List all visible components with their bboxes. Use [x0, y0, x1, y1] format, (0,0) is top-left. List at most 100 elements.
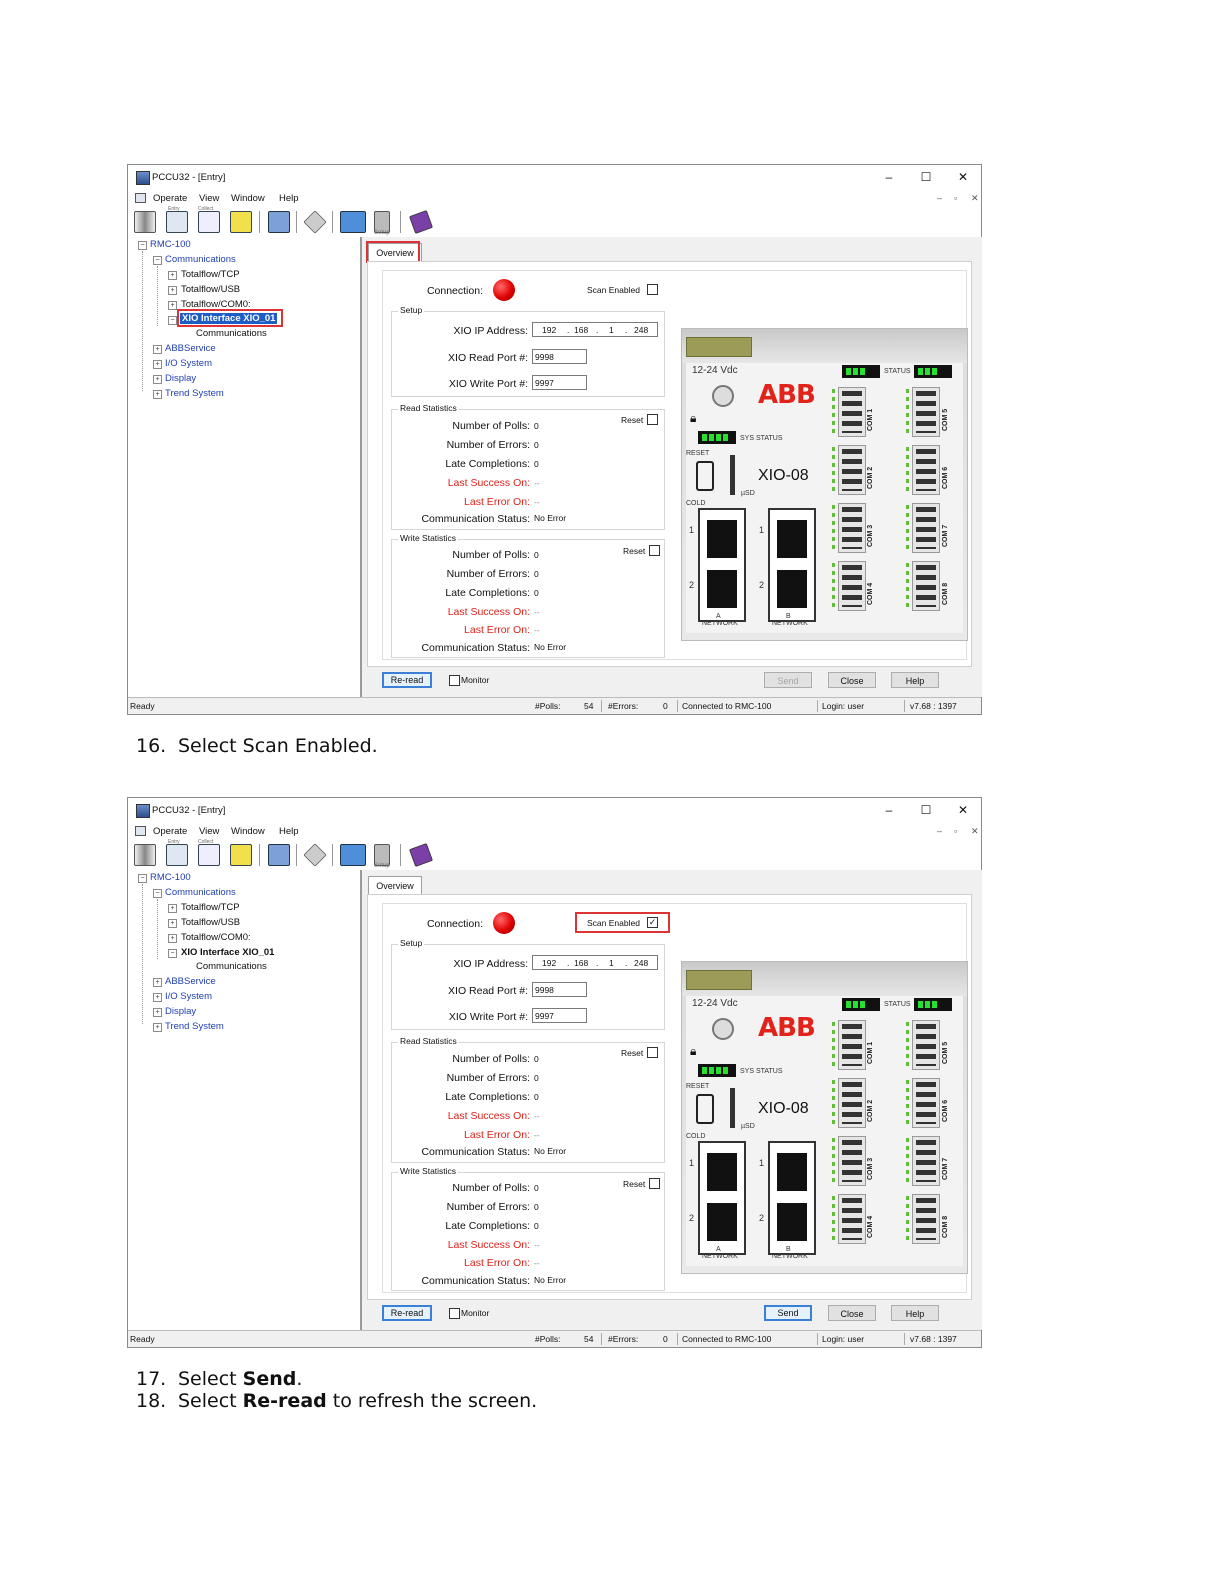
help-button[interactable]: Help	[891, 672, 939, 688]
maximize-button[interactable]: ☐	[915, 802, 937, 818]
expand-icon[interactable]: +	[153, 375, 162, 384]
expand-icon[interactable]: +	[168, 301, 177, 310]
reread-button[interactable]: Re-read	[382, 1305, 432, 1321]
modbus-icon[interactable]	[268, 844, 290, 866]
tree-tcp[interactable]: Totalflow/TCP	[181, 902, 240, 913]
menu-window[interactable]: Window	[231, 826, 265, 837]
write-port-input[interactable]: 9997	[532, 1008, 587, 1023]
refresh-icon[interactable]	[230, 211, 252, 233]
menu-view[interactable]: View	[199, 193, 219, 204]
collect-icon[interactable]	[198, 844, 220, 866]
expand-icon[interactable]: +	[153, 360, 162, 369]
scan-enabled-checkbox[interactable]	[647, 284, 658, 295]
tree-display[interactable]: Display	[165, 1006, 196, 1017]
expand-icon[interactable]: +	[153, 1008, 162, 1017]
tree-trend-system[interactable]: Trend System	[165, 1021, 224, 1032]
entry-icon[interactable]	[166, 211, 188, 233]
maximize-button[interactable]: ☐	[915, 169, 937, 185]
minimize-button[interactable]: –	[878, 169, 900, 185]
tree-usb[interactable]: Totalflow/USB	[181, 917, 240, 928]
expand-icon[interactable]: +	[153, 978, 162, 987]
tree-communications[interactable]: Communications	[165, 254, 236, 265]
tree-xio-communications[interactable]: Communications	[196, 328, 267, 339]
refresh-icon[interactable]	[230, 844, 252, 866]
menu-view[interactable]: View	[199, 826, 219, 837]
tree-display[interactable]: Display	[165, 373, 196, 384]
collapse-icon[interactable]: −	[153, 256, 162, 265]
tree-com0[interactable]: Totalflow/COM0:	[181, 932, 251, 943]
close-window-button[interactable]: ✕	[952, 802, 974, 818]
expand-icon[interactable]: +	[153, 1023, 162, 1032]
tree-abbservice[interactable]: ABBService	[165, 976, 216, 987]
write-reset-checkbox[interactable]	[649, 545, 660, 556]
registry-icon[interactable]	[303, 843, 327, 867]
calculator-icon[interactable]	[134, 844, 156, 866]
entry-icon[interactable]	[166, 844, 188, 866]
tree-io-system[interactable]: I/O System	[165, 358, 212, 369]
send-button[interactable]: Send	[764, 672, 812, 688]
mdi-minimize-button[interactable]: –	[937, 826, 942, 836]
read-port-input[interactable]: 9998	[532, 982, 587, 997]
help-button[interactable]: Help	[891, 1305, 939, 1321]
tree-tcp[interactable]: Totalflow/TCP	[181, 269, 240, 280]
expand-icon[interactable]: +	[168, 919, 177, 928]
collapse-icon[interactable]: −	[153, 889, 162, 898]
mdi-minimize-button[interactable]: –	[937, 193, 942, 203]
com5-terminal	[912, 387, 940, 437]
registry-icon[interactable]	[303, 210, 327, 234]
tab-overview[interactable]: Overview	[368, 876, 422, 895]
calculator-icon[interactable]	[134, 211, 156, 233]
monitor-checkbox[interactable]	[449, 1308, 460, 1319]
expand-icon[interactable]: +	[168, 934, 177, 943]
menu-help[interactable]: Help	[279, 826, 299, 837]
expand-icon[interactable]: +	[168, 271, 177, 280]
tree-communications[interactable]: Communications	[165, 887, 236, 898]
menu-operate[interactable]: Operate	[153, 193, 187, 204]
close-window-button[interactable]: ✕	[952, 169, 974, 185]
mdi-restore-button[interactable]: ▫	[954, 193, 957, 203]
tree-xio-communications[interactable]: Communications	[196, 961, 267, 972]
tree-xio-interface[interactable]: XIO Interface XIO_01	[181, 947, 274, 958]
collapse-icon[interactable]: −	[138, 874, 147, 883]
io-icon[interactable]	[340, 844, 366, 866]
reread-button[interactable]: Re-read	[382, 672, 432, 688]
close-button[interactable]: Close	[828, 1305, 876, 1321]
close-button[interactable]: Close	[828, 672, 876, 688]
collapse-icon[interactable]: −	[168, 949, 177, 958]
tree-abbservice[interactable]: ABBService	[165, 343, 216, 354]
menu-operate[interactable]: Operate	[153, 826, 187, 837]
write-reset-checkbox[interactable]	[649, 1178, 660, 1189]
expand-icon[interactable]: +	[153, 993, 162, 1002]
monitor-checkbox[interactable]	[449, 675, 460, 686]
mdi-close-button[interactable]: ✕	[971, 193, 979, 204]
minimize-button[interactable]: –	[878, 802, 900, 818]
tree-root[interactable]: RMC-100	[150, 872, 191, 883]
expand-icon[interactable]: +	[153, 390, 162, 399]
mdi-close-button[interactable]: ✕	[971, 826, 979, 837]
read-port-input[interactable]: 9998	[532, 349, 587, 364]
read-reset-checkbox[interactable]	[647, 414, 658, 425]
tree-trend-system[interactable]: Trend System	[165, 388, 224, 399]
menu-window[interactable]: Window	[231, 193, 265, 204]
ip-address-input[interactable]: 192 . 168 . 1 . 248	[532, 955, 658, 970]
io-icon[interactable]	[340, 211, 366, 233]
expand-icon[interactable]: +	[168, 904, 177, 913]
menu-help[interactable]: Help	[279, 193, 299, 204]
tree-io-system[interactable]: I/O System	[165, 991, 212, 1002]
modbus-icon[interactable]	[268, 211, 290, 233]
expand-icon[interactable]: +	[168, 286, 177, 295]
write-port-input[interactable]: 9997	[532, 375, 587, 390]
book-icon[interactable]	[409, 210, 433, 234]
tree-root[interactable]: RMC-100	[150, 239, 191, 250]
expand-icon[interactable]: +	[153, 345, 162, 354]
tree-usb[interactable]: Totalflow/USB	[181, 284, 240, 295]
status-label: STATUS	[884, 368, 911, 375]
collapse-icon[interactable]: −	[138, 241, 147, 250]
read-reset-checkbox[interactable]	[647, 1047, 658, 1058]
mdi-restore-button[interactable]: ▫	[954, 826, 957, 836]
collapse-icon[interactable]: −	[168, 316, 177, 325]
book-icon[interactable]	[409, 843, 433, 867]
ip-address-input[interactable]: 192 . 168 . 1 . 248	[532, 322, 658, 337]
send-button[interactable]: Send	[764, 1305, 812, 1321]
collect-icon[interactable]	[198, 211, 220, 233]
